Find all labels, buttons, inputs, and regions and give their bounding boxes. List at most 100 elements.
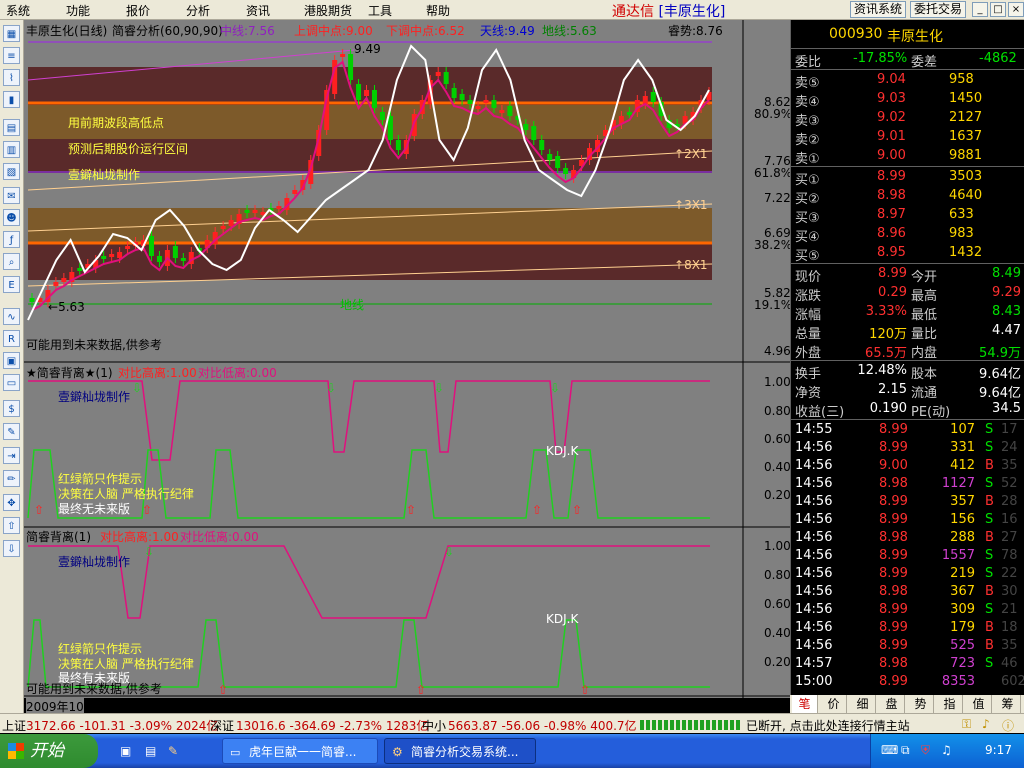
export-icon[interactable]: ⇥ — [3, 447, 20, 464]
quote-tab[interactable]: 价 — [821, 695, 847, 713]
trade-button[interactable]: 委托交易 — [910, 1, 967, 18]
quote-tab[interactable]: 笔 — [792, 695, 818, 713]
future-data-warning: 可能用到未来数据,供参考 — [26, 338, 162, 352]
buy-signal-arrow-icon: ⇧ — [34, 503, 44, 517]
sound-icon[interactable]: ♪ — [982, 717, 990, 731]
grid-icon[interactable]: ▦ — [3, 25, 20, 42]
rsi-icon[interactable]: R — [3, 330, 20, 347]
quote-tab[interactable]: 值 — [966, 695, 992, 713]
mail-icon[interactable]: ✉ — [3, 187, 20, 204]
quicklaunch-desktop-icon[interactable]: ▣ — [120, 744, 131, 758]
quote-tab[interactable]: 指 — [937, 695, 963, 713]
annotation-1: 用前期波段高低点 — [68, 116, 165, 130]
info-icon[interactable]: ⓘ — [1002, 717, 1014, 734]
arrow-up-icon[interactable]: ⇧ — [3, 517, 20, 534]
y-tick: 61.8% — [754, 166, 793, 180]
menu-system[interactable]: 系统 — [6, 2, 30, 19]
candle — [555, 156, 561, 168]
sell-signal-arrow-icon: ⇩ — [326, 381, 336, 395]
shield-icon[interactable]: ⛨ — [921, 743, 930, 758]
sh-index[interactable]: 3172.66 -101.31 -3.09% 2024亿 — [26, 717, 218, 734]
sub1-y-tick: 0.60 — [764, 432, 791, 446]
clock[interactable]: 9:17 — [985, 743, 1012, 757]
taskbar-task-2[interactable]: 简睿分析交易系统... — [384, 738, 536, 764]
minimize-icon[interactable]: _ — [972, 2, 988, 17]
quote-tab[interactable]: 细 — [850, 695, 876, 713]
kline-icon[interactable]: ▮ — [3, 91, 20, 108]
left-toolbar: ▦ ≡ ⌇ ▮ ▤ ▥ ▧ ✉ ☻ ƒ ⌕ E ∿ R ▣ ▭ $ ✎ ⇥ ✏ … — [0, 20, 24, 713]
table-icon[interactable]: ▥ — [3, 141, 20, 158]
tick-side: S — [985, 566, 994, 581]
fx-icon[interactable]: ƒ — [3, 231, 20, 248]
quote-panel: 000930 丰原生化 委比 -17.85% 委差 -4862 卖⑤ 9.04 … — [790, 20, 1024, 698]
tick-time: 14:56 — [795, 512, 833, 527]
menu-hk-futures[interactable]: 港股期货 — [304, 2, 352, 19]
quote-tab[interactable]: 盘 — [879, 695, 905, 713]
search-icon[interactable]: ⌕ — [3, 253, 20, 270]
dollar-icon[interactable]: $ — [3, 400, 20, 417]
tick-count: 46 — [1001, 656, 1018, 671]
quote-tab[interactable]: 筹 — [995, 695, 1021, 713]
move-icon[interactable]: ✥ — [3, 494, 20, 511]
stat-value: 120万 — [869, 327, 907, 342]
status-bar: 上证 3172.66 -101.31 -3.09% 2024亿 深证 13016… — [0, 713, 1024, 733]
chart-area[interactable]: ⇩ ⇩ ⇩ ⇩ ⇩ ⇩ ⇧ ⇧ ⇧ ⇧ ⇧ ⇧ ⇧ ⇧ 丰原生化(日线) 简睿分析(60,90,90) 中… — [24, 20, 793, 715]
pencil-icon[interactable]: ✏ — [3, 470, 20, 487]
sub1-maker: 壹鐴杣垅制作 — [58, 390, 131, 404]
line-chart-icon[interactable]: ⌇ — [3, 69, 20, 86]
candle — [220, 226, 226, 229]
stat-label: 内盘 — [911, 346, 938, 361]
close-icon[interactable]: × — [1008, 2, 1024, 17]
arrow-down-icon[interactable]: ⇩ — [3, 540, 20, 557]
network-icon[interactable]: ⧉ — [901, 743, 910, 758]
stat-label: 收益(三) — [795, 405, 845, 420]
tick-volume: 179 — [950, 620, 975, 635]
maximize-icon[interactable]: □ — [990, 2, 1006, 17]
tick-count: 602 — [1001, 674, 1024, 689]
sub2-y-tick: 0.20 — [764, 655, 791, 669]
document-icon[interactable]: ▧ — [3, 163, 20, 180]
menu-news[interactable]: 资讯 — [246, 2, 270, 19]
monitor-icon[interactable]: ▭ — [3, 374, 20, 391]
candle — [499, 110, 505, 113]
candle — [276, 206, 282, 209]
connection-status[interactable]: 已断开, 点击此处连接行情主站 — [746, 717, 910, 734]
candle — [395, 140, 401, 150]
quicklaunch-app-icon[interactable]: ▤ — [145, 744, 156, 758]
candle — [340, 54, 346, 57]
menu-function[interactable]: 功能 — [66, 2, 90, 19]
quote-tab[interactable]: 势 — [908, 695, 934, 713]
sz-index[interactable]: 13016.6 -364.69 -2.73% 1283亿 — [236, 717, 428, 734]
volume-icon[interactable]: ♫ — [941, 743, 952, 757]
sub1-di: 对比低离:0.00 — [198, 366, 277, 380]
menu-quote[interactable]: 报价 — [126, 2, 150, 19]
taskbar-task-1[interactable]: 虎年巨献一一简睿... — [222, 738, 378, 764]
tick-count: 24 — [1001, 440, 1018, 455]
lock-icon[interactable]: ⚿ — [962, 717, 971, 732]
candle — [523, 124, 529, 130]
keyboard-icon[interactable]: ⌨ — [881, 743, 898, 757]
menu-help[interactable]: 帮助 — [426, 2, 450, 19]
zhongxian-label: 中线:7.56 — [220, 24, 275, 38]
users-icon[interactable]: ☻ — [3, 209, 20, 226]
weibi-label: 委比 — [795, 55, 822, 70]
zx-index[interactable]: 5663.87 -56.06 -0.98% 400.7亿 — [448, 717, 637, 734]
system-tray: ⌨ ⧉ ⛨ ♫ 9:17 — [870, 734, 1024, 768]
sub2-maker: 壹鐴杣垅制作 — [58, 555, 131, 569]
tick-price: 8.98 — [879, 656, 908, 671]
quicklaunch-tool-icon[interactable]: ✎ — [168, 744, 178, 758]
menu-analysis[interactable]: 分析 — [186, 2, 210, 19]
sell-signal-arrow-icon: ⇩ — [434, 381, 444, 395]
tick-price: 9.00 — [879, 458, 908, 473]
window-icon[interactable]: ▤ — [3, 119, 20, 136]
layout-icon[interactable]: ▣ — [3, 352, 20, 369]
menu-tools[interactable]: 工具 — [368, 2, 392, 19]
exit-icon[interactable]: E — [3, 276, 20, 293]
list-icon[interactable]: ≡ — [3, 47, 20, 64]
news-system-button[interactable]: 资讯系统 — [850, 1, 907, 18]
wrench-icon[interactable]: ✎ — [3, 423, 20, 440]
stat-value: 34.5 — [992, 401, 1021, 416]
buy-price: 8.97 — [877, 207, 906, 222]
tick-side: S — [985, 476, 994, 491]
wave-icon[interactable]: ∿ — [3, 308, 20, 325]
